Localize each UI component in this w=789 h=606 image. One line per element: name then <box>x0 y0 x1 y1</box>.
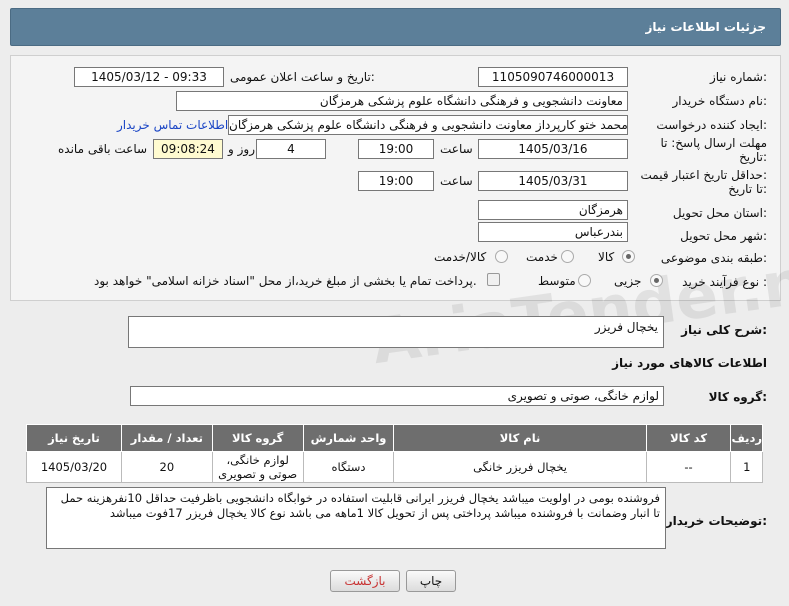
cell-name: یخچال فریزر خانگی <box>393 451 647 483</box>
province-field: هرمزگان <box>478 200 628 220</box>
deadline-date-field: 1405/03/16 <box>478 139 628 159</box>
goods-section-title: اطلاعات کالاهای مورد نیاز <box>612 356 767 370</box>
table-header-row: ردیف کد کالا نام کالا واحد شمارش گروه کا… <box>26 424 763 452</box>
col-group: گروه کالا <box>211 424 304 452</box>
process-radio-partial[interactable] <box>650 274 663 287</box>
print-button[interactable]: چاپ <box>406 570 456 592</box>
category-label: طبقه بندی موضوعی: <box>660 251 767 265</box>
category-radio-service[interactable] <box>561 250 574 263</box>
validity-label: حداقل تاریخ اعتبار قیمت: <box>640 168 767 182</box>
cell-date: 1405/03/20 <box>26 451 122 483</box>
back-button[interactable]: بازگشت <box>330 570 400 592</box>
col-row: ردیف <box>730 424 763 452</box>
notes-textarea[interactable]: فروشنده بومی در اولویت میباشد یخچال فریز… <box>46 487 666 549</box>
category-option-goods: کالا <box>598 250 615 264</box>
creator-field: محمد ختو کارپرداز معاونت دانشجویی و فرهن… <box>228 115 628 135</box>
deadline-time-field: 19:00 <box>358 139 434 159</box>
summary-label: شرح کلی نیاز: <box>681 323 767 337</box>
category-option-service: خدمت <box>526 250 558 264</box>
announce-label: تاریخ و ساعت اعلان عمومی: <box>230 70 375 84</box>
page-title: جزئیات اطلاعات نیاز <box>645 20 766 34</box>
creator-label: ایجاد کننده درخواست: <box>656 118 767 132</box>
province-label: استان محل تحویل: <box>672 206 767 220</box>
process-option-partial: جزیی <box>614 274 642 288</box>
process-radio-medium[interactable] <box>578 274 591 287</box>
cell-unit: دستگاه <box>302 451 395 483</box>
announce-field: 1405/03/12 - 09:33 <box>74 67 224 87</box>
col-unit: واحد شمارش <box>302 424 395 452</box>
city-field: بندرعباس <box>478 222 628 242</box>
contact-buyer-link[interactable]: اطلاعات تماس خریدار <box>117 118 228 132</box>
buyer-label: نام دستگاه خریدار: <box>672 94 768 108</box>
goods-group-label: گروه کالا: <box>708 390 767 404</box>
deadline-label: مهلت ارسال پاسخ: تا <box>660 136 767 150</box>
category-radio-goods[interactable] <box>622 250 635 263</box>
category-radio-goods-service[interactable] <box>495 250 508 263</box>
goods-group-field: لوازم خانگی، صوتی و تصویری <box>130 386 664 406</box>
validity-date-field: 1405/03/31 <box>478 171 628 191</box>
summary-textarea[interactable]: یخچال فریزر <box>128 316 664 348</box>
validity-time-field: 19:00 <box>358 171 434 191</box>
buyer-field: معاونت دانشجویی و فرهنگی دانشگاه علوم پز… <box>176 91 628 111</box>
cell-qty: 20 <box>120 451 213 483</box>
city-label: شهر محل تحویل: <box>680 229 767 243</box>
process-label: نوع فرآیند خرید : <box>682 275 767 289</box>
need-number-label: شماره نیاز: <box>709 70 767 84</box>
deadline-time-label: ساعت <box>440 142 473 156</box>
validity-time-label: ساعت <box>440 174 473 188</box>
cell-code: -- <box>645 451 732 483</box>
days-field: 4 <box>256 139 326 159</box>
deadline-label-2: تاریخ: <box>739 150 767 164</box>
col-name: نام کالا <box>393 424 647 452</box>
notes-label: توضیحات خریدار: <box>665 514 767 528</box>
col-qty: تعداد / مقدار <box>120 424 213 452</box>
treasury-payment-text: پرداخت تمام یا بخشی از مبلغ خرید،از محل … <box>94 274 477 288</box>
col-code: کد کالا <box>645 424 732 452</box>
treasury-payment-checkbox[interactable] <box>487 273 500 286</box>
validity-label-2: تا تاریخ: <box>728 182 767 196</box>
col-date: تاریخ نیاز <box>26 424 122 452</box>
process-option-medium: متوسط <box>538 274 576 288</box>
days-label: روز و <box>228 142 255 156</box>
table-row: 1 -- یخچال فریزر خانگی دستگاه لوازم خانگ… <box>26 451 763 483</box>
category-option-goods-service: کالا/خدمت <box>434 250 487 264</box>
page-header: جزئیات اطلاعات نیاز <box>10 8 781 46</box>
cell-group: لوازم خانگی، صوتی و تصویری <box>211 451 304 483</box>
goods-table: ردیف کد کالا نام کالا واحد شمارش گروه کا… <box>26 424 763 483</box>
remaining-time-field: 09:08:24 <box>153 139 223 159</box>
cell-row: 1 <box>730 451 763 483</box>
remaining-label: ساعت باقی مانده <box>58 142 148 156</box>
need-number-field: 1105090746000013 <box>478 67 628 87</box>
